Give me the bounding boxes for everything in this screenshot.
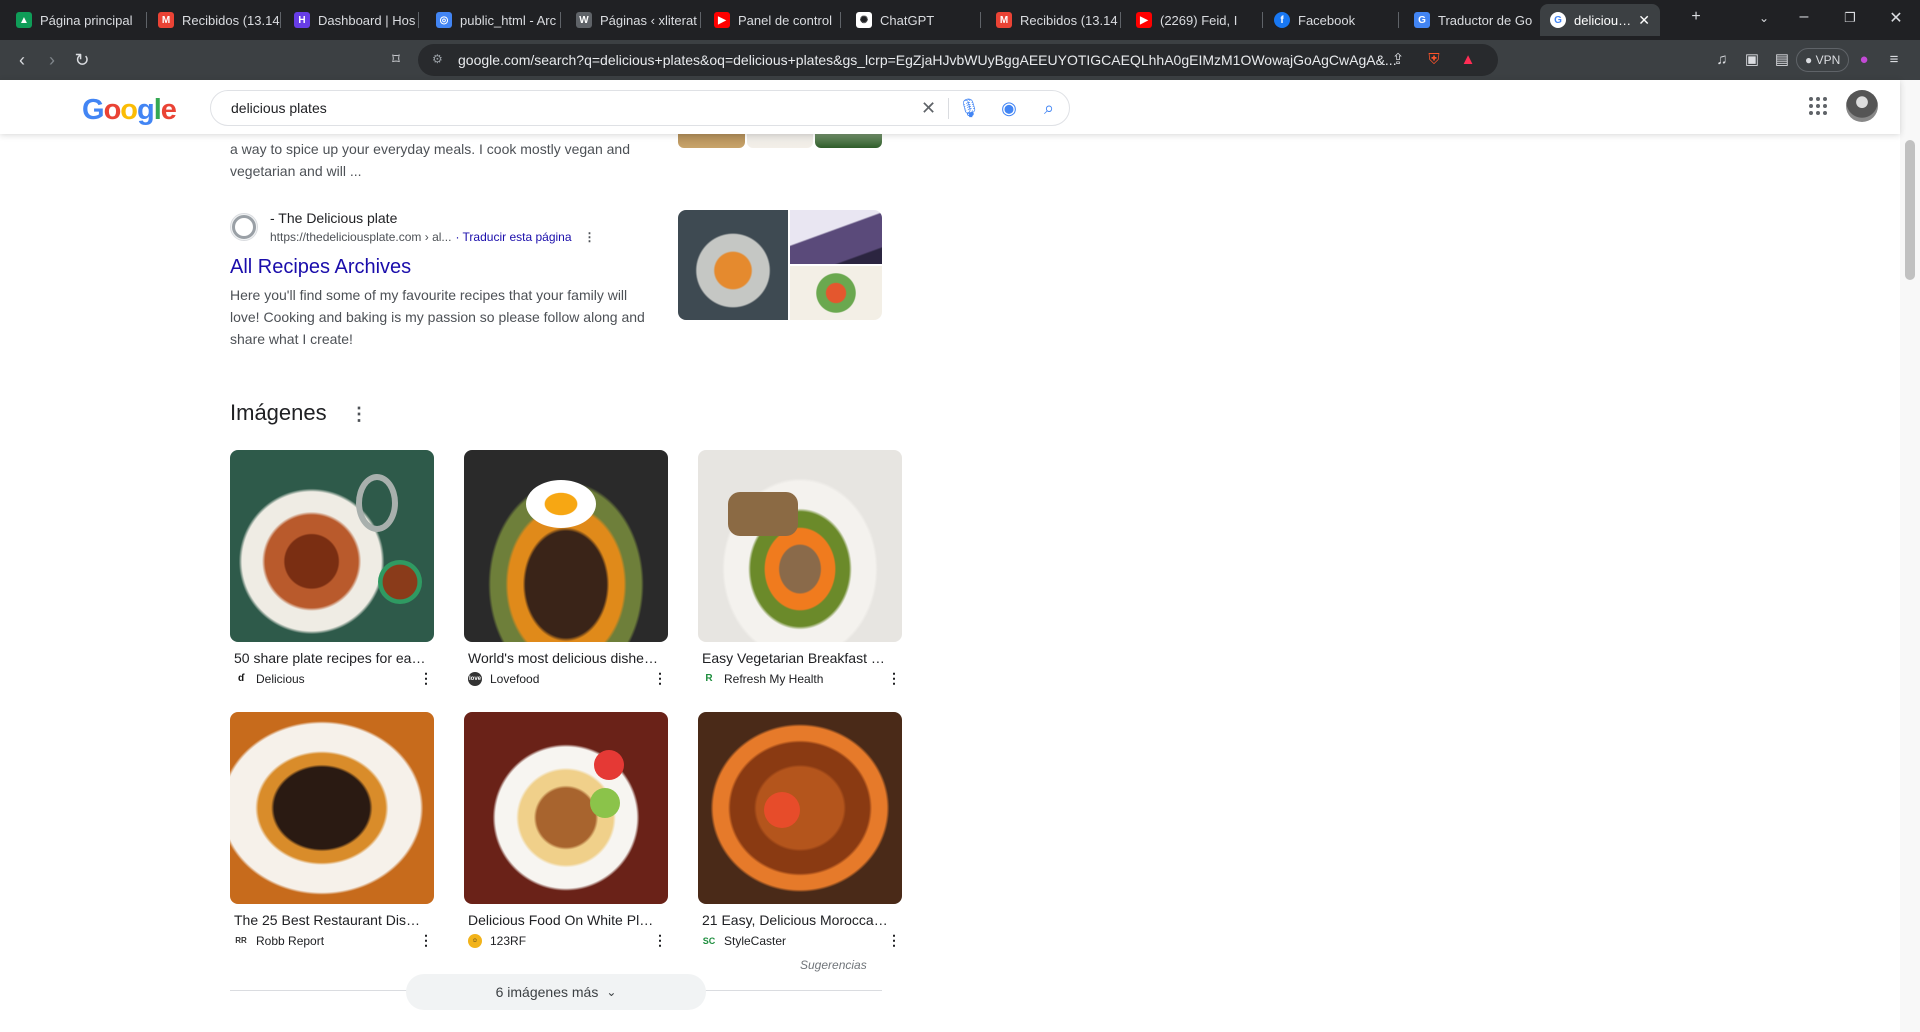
- search-input[interactable]: delicious plates ✕ 🎙 ◉ ⌕: [210, 90, 1070, 126]
- reload-icon[interactable]: ↻: [70, 48, 94, 72]
- wordpress-icon: W: [576, 12, 592, 28]
- image-caption[interactable]: Easy Vegetarian Breakfast Pla...: [698, 650, 894, 666]
- share-icon[interactable]: ⇪: [1388, 50, 1408, 70]
- lens-icon[interactable]: ◉: [989, 98, 1029, 119]
- globe-icon: ◎: [436, 12, 452, 28]
- food-image[interactable]: [230, 712, 434, 904]
- delicious-logo-icon: ɗ: [237, 673, 245, 684]
- more-options-icon[interactable]: ⋮: [886, 932, 902, 949]
- refresh-my-health-logo-icon: R: [705, 673, 713, 684]
- back-arrow-icon[interactable]: ‹: [10, 48, 34, 72]
- browser-toolbar: ‹ › ↻ ⌑ ⚙ google.com/search?q=delicious+…: [0, 40, 1920, 80]
- google-icon: G: [1550, 12, 1566, 28]
- more-images-button[interactable]: 6 imágenes más ⌄: [406, 974, 706, 1010]
- google-logo[interactable]: Google: [82, 94, 177, 127]
- search-results: a way to spice up your everyday meals. I…: [0, 134, 1900, 1032]
- chatgpt-icon: ✺: [856, 12, 872, 28]
- minimize-button[interactable]: –: [1792, 8, 1816, 26]
- images-more-options-icon[interactable]: ⋮: [350, 404, 368, 425]
- more-options-icon[interactable]: ⋮: [584, 230, 596, 244]
- result1-thumbnails[interactable]: [678, 134, 883, 148]
- chevron-down-icon: ⌄: [606, 985, 617, 999]
- image-caption[interactable]: 50 share plate recipes for eas...: [230, 650, 426, 666]
- gmail-icon: M: [996, 12, 1012, 28]
- translate-link[interactable]: · Traducir esta página: [455, 230, 571, 244]
- food-image[interactable]: [698, 712, 902, 904]
- close-window-button[interactable]: ✕: [1884, 8, 1908, 28]
- food-image[interactable]: [464, 712, 668, 904]
- result-description: Here you'll find some of my favourite re…: [230, 287, 645, 347]
- food-image[interactable]: [698, 450, 902, 642]
- sidebar-icon[interactable]: ▣: [1742, 50, 1762, 70]
- facebook-icon: f: [1274, 12, 1290, 28]
- robb-report-logo-icon: RR: [235, 936, 247, 945]
- more-options-icon[interactable]: ⋮: [418, 670, 434, 687]
- close-tab-icon[interactable]: ✕: [1638, 12, 1650, 29]
- more-options-icon[interactable]: ⋮: [652, 670, 668, 687]
- microphone-icon[interactable]: 🎙: [949, 98, 989, 119]
- media-icon[interactable]: ♫: [1712, 50, 1732, 70]
- clear-icon[interactable]: ✕: [909, 97, 949, 119]
- vpn-button[interactable]: ● VPN: [1796, 48, 1850, 72]
- apps-grid-icon[interactable]: [1806, 94, 1830, 118]
- result1-snippet: a way to spice up your everyday meals. I…: [230, 141, 630, 179]
- gmail-icon: M: [158, 12, 174, 28]
- account-avatar[interactable]: [1846, 90, 1878, 122]
- more-options-icon[interactable]: ⋮: [886, 670, 902, 687]
- new-tab-button[interactable]: +: [1684, 8, 1708, 26]
- bookmark-icon[interactable]: ⌑: [384, 48, 408, 72]
- youtube-icon: ▶: [714, 12, 730, 28]
- stylecaster-logo-icon: SC: [702, 935, 716, 946]
- forward-arrow-icon[interactable]: ›: [40, 48, 64, 72]
- tab-active-google[interactable]: Gdelicious pla✕: [1540, 4, 1660, 36]
- food-image[interactable]: [464, 450, 668, 642]
- suggestions-label[interactable]: Sugerencias: [800, 958, 867, 972]
- browser-tab-strip: ▲ Página principal M Recibidos (13.14 H Das…: [0, 0, 1920, 40]
- more-options-icon[interactable]: ⋮: [418, 932, 434, 949]
- address-bar[interactable]: ⚙ google.com/search?q=delicious+plates&o…: [418, 44, 1498, 76]
- site-favicon: [230, 213, 258, 241]
- profile-icon[interactable]: ●: [1854, 50, 1874, 70]
- menu-icon[interactable]: ≡: [1884, 50, 1904, 70]
- image-caption[interactable]: Delicious Food On White Plat...: [464, 912, 660, 928]
- google-header: Google delicious plates ✕ 🎙 ◉ ⌕: [0, 80, 1900, 134]
- wallet-icon[interactable]: ▤: [1772, 50, 1792, 70]
- image-card[interactable]: The 25 Best Restaurant Dishe... RR Robb R…: [230, 712, 434, 949]
- brave-rewards-icon[interactable]: ▲: [1458, 50, 1478, 70]
- image-caption[interactable]: The 25 Best Restaurant Dishe...: [230, 912, 426, 928]
- image-card[interactable]: World's most delicious dishes... love Lov…: [464, 450, 668, 687]
- images-heading: Imágenes: [230, 400, 327, 425]
- search-result: - The Delicious plate https://thedelicio…: [230, 208, 670, 350]
- image-caption[interactable]: 21 Easy, Delicious Moroccan ...: [698, 912, 894, 928]
- more-options-icon[interactable]: ⋮: [652, 932, 668, 949]
- food-image[interactable]: [230, 450, 434, 642]
- 123rf-logo-icon: ☺: [468, 933, 482, 948]
- image-card[interactable]: 50 share plate recipes for eas... ɗ Delic…: [230, 450, 434, 687]
- result-url[interactable]: https://thedeliciousplate.com › al...: [270, 230, 451, 244]
- result-title-link[interactable]: All Recipes Archives: [230, 254, 670, 280]
- brave-shields-icon[interactable]: ⛨: [1424, 50, 1444, 70]
- site-name: - The Delicious plate: [270, 210, 398, 226]
- image-card[interactable]: Easy Vegetarian Breakfast Pla... R Refres…: [698, 450, 902, 687]
- site-settings-icon[interactable]: ⚙: [432, 52, 448, 68]
- google-drive-icon: ▲: [16, 12, 32, 28]
- restore-button[interactable]: ❐: [1838, 10, 1862, 26]
- tab-search-chevron-icon[interactable]: ⌄: [1752, 11, 1776, 25]
- youtube-icon: ▶: [1136, 12, 1152, 28]
- search-icon[interactable]: ⌕: [1029, 98, 1069, 119]
- image-card[interactable]: Delicious Food On White Plat... ☺ 123RF ⋮: [464, 712, 668, 949]
- result2-image-collage[interactable]: [678, 210, 882, 320]
- lovefood-logo-icon: love: [468, 671, 482, 686]
- image-caption[interactable]: World's most delicious dishes...: [464, 650, 660, 666]
- google-translate-icon: G: [1414, 12, 1430, 28]
- scrollbar-thumb[interactable]: [1905, 140, 1915, 280]
- hostinger-icon: H: [294, 12, 310, 28]
- image-card[interactable]: 21 Easy, Delicious Moroccan ... SC StyleC…: [698, 712, 902, 949]
